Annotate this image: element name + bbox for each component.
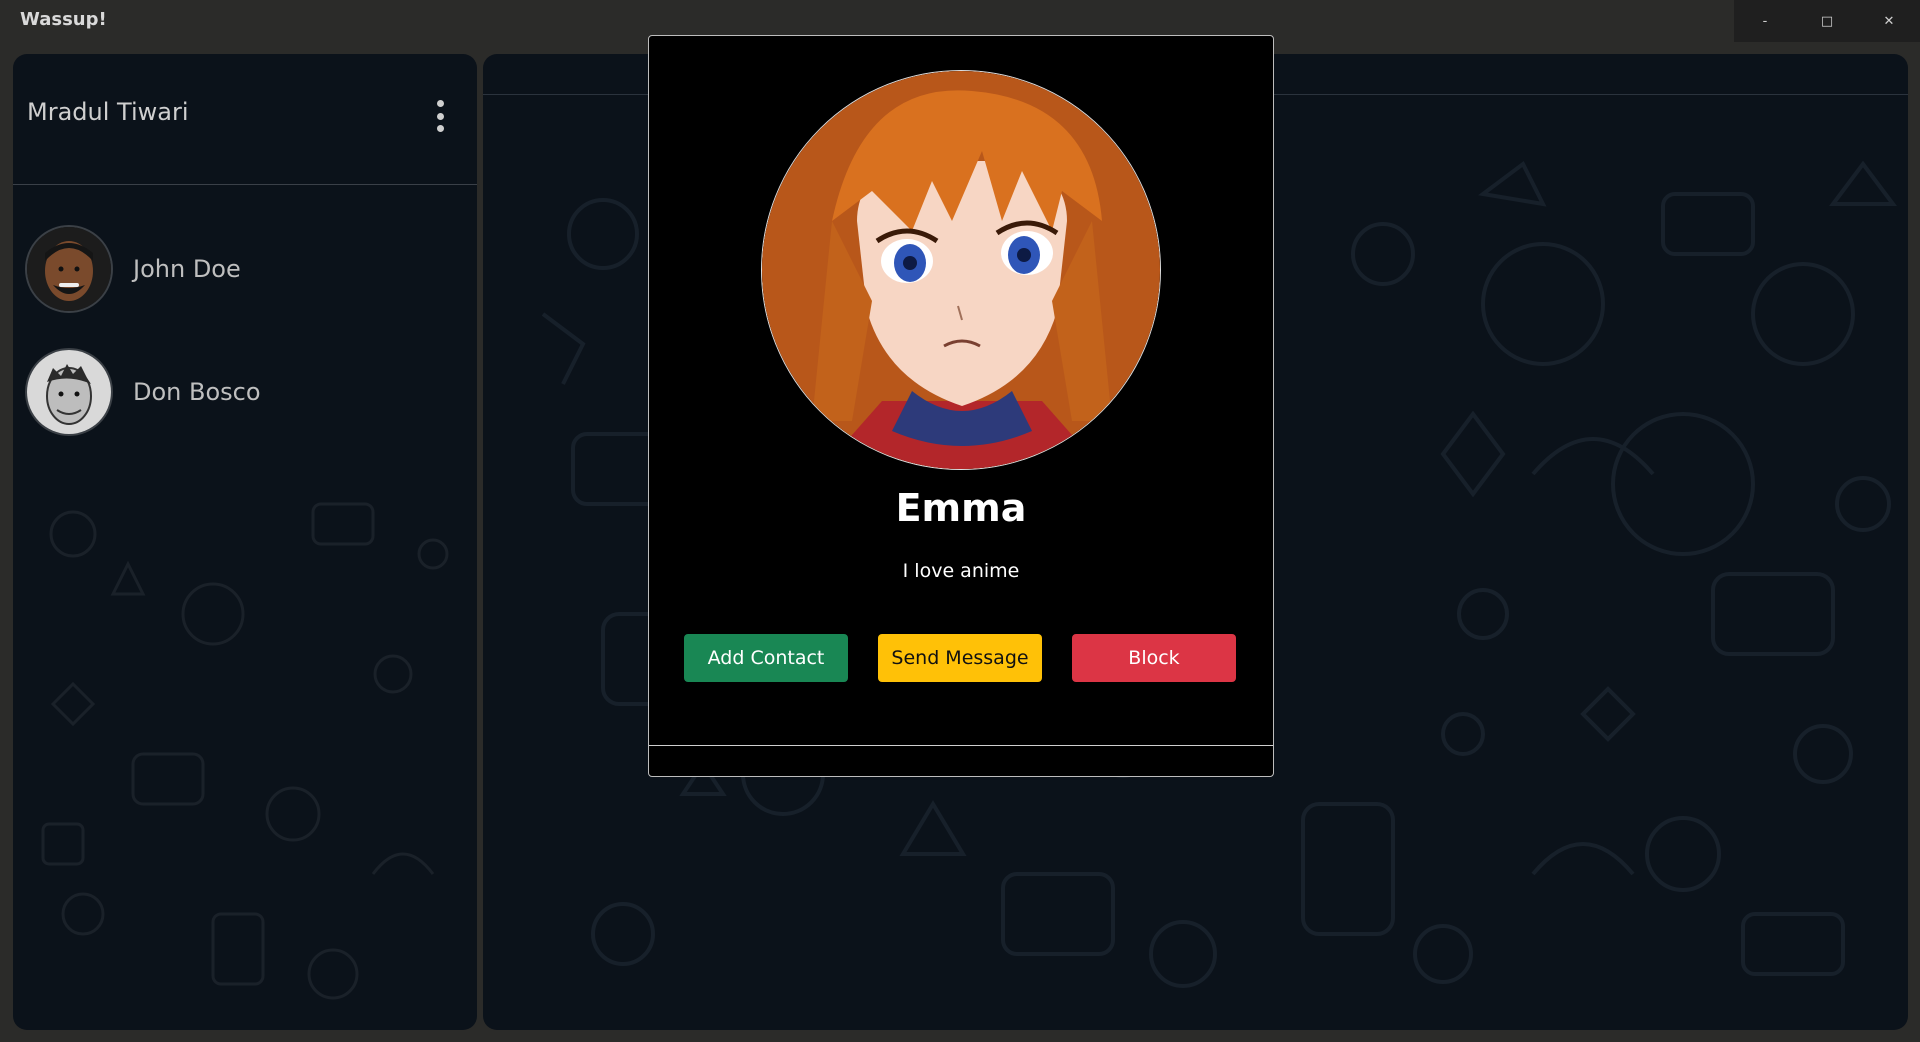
- maximize-button[interactable]: □: [1796, 0, 1858, 42]
- contact-name: John Doe: [133, 255, 241, 283]
- profile-name: Emma: [895, 486, 1027, 530]
- current-user-name: Mradul Tiwari: [27, 98, 189, 126]
- window-controls: - □ ✕: [1734, 0, 1920, 42]
- contact-item[interactable]: John Doe: [25, 224, 465, 314]
- modal-footer-divider: [649, 745, 1273, 746]
- avatar: [25, 348, 113, 436]
- contact-name: Don Bosco: [133, 378, 261, 406]
- sidebar-header: Mradul Tiwari: [13, 54, 477, 185]
- app-title: Wassup!: [20, 9, 107, 30]
- send-message-button[interactable]: Send Message: [878, 634, 1042, 682]
- contact-item[interactable]: Don Bosco: [25, 347, 465, 437]
- add-contact-button[interactable]: Add Contact: [684, 634, 848, 682]
- doodle-background: [41, 502, 449, 1000]
- block-button[interactable]: Block: [1072, 634, 1236, 682]
- profile-avatar: [761, 70, 1161, 470]
- more-options-icon[interactable]: [433, 100, 447, 132]
- close-button[interactable]: ✕: [1858, 0, 1920, 42]
- profile-modal: Emma I love anime Add Contact Send Messa…: [648, 35, 1274, 777]
- avatar: [25, 225, 113, 313]
- minimize-button[interactable]: -: [1734, 0, 1796, 42]
- sidebar: Mradul Tiwari John Doe Don Bosco: [13, 54, 477, 1030]
- profile-status: I love anime: [902, 560, 1020, 582]
